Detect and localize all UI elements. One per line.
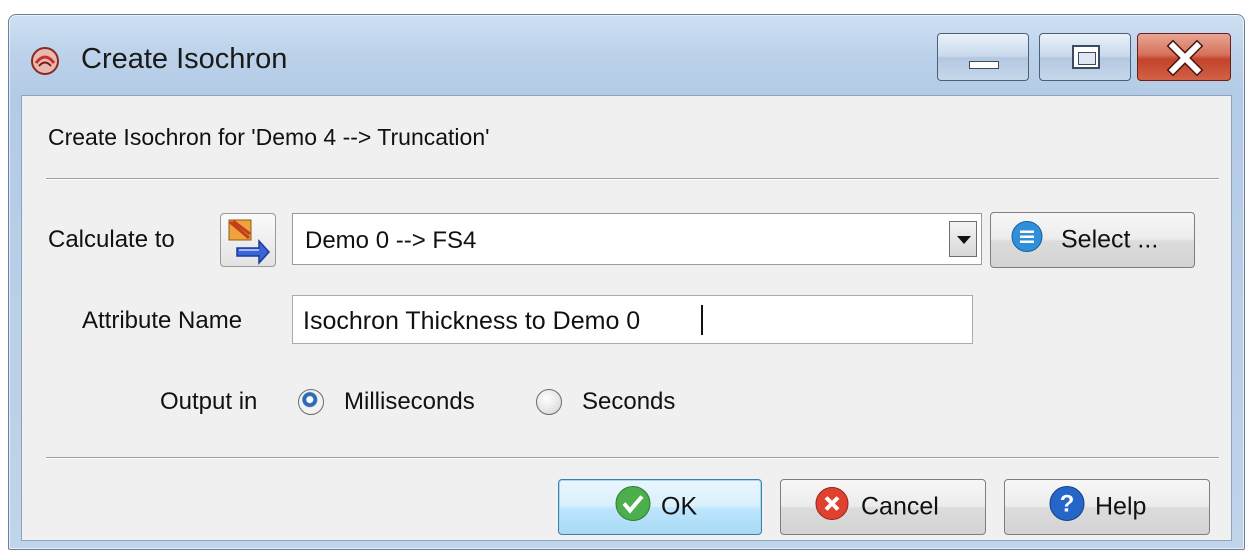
cancel-button[interactable]: Cancel [780, 479, 986, 535]
list-icon [1011, 221, 1043, 260]
milliseconds-label[interactable]: Milliseconds [344, 388, 475, 416]
calculate-to-value: Demo 0 --> FS4 [305, 227, 477, 254]
dialog-window: Create Isochron Create Isochron for 'Dem… [8, 14, 1245, 550]
help-button-label: Help [1095, 492, 1147, 521]
select-button[interactable]: Select ... [990, 212, 1195, 268]
attribute-name-value: Isochron Thickness to Demo 0 [303, 307, 641, 335]
calculate-to-dropdown[interactable]: Demo 0 --> FS4 [292, 213, 982, 265]
close-button[interactable] [1137, 33, 1231, 81]
help-icon: ? [1049, 486, 1085, 529]
select-button-label: Select ... [1061, 225, 1159, 254]
svg-text:?: ? [1060, 491, 1075, 518]
ok-button[interactable]: OK [558, 479, 762, 535]
seconds-label[interactable]: Seconds [582, 388, 675, 416]
text-caret [701, 305, 703, 335]
milliseconds-radio[interactable] [298, 389, 324, 415]
minimize-button[interactable] [937, 33, 1029, 81]
dialog-body: Create Isochron for 'Demo 4 --> Truncati… [21, 95, 1232, 541]
maximize-icon [1072, 45, 1100, 69]
ok-button-label: OK [661, 492, 698, 521]
bottom-divider [46, 457, 1219, 459]
minimize-icon [969, 61, 999, 69]
dropdown-arrow-icon[interactable] [949, 221, 977, 257]
cancel-icon [815, 487, 849, 528]
title-bar[interactable]: Create Isochron [9, 15, 1244, 95]
pick-target-button[interactable] [220, 213, 276, 267]
attribute-name-input[interactable]: Isochron Thickness to Demo 0 [292, 295, 973, 344]
top-divider [46, 178, 1219, 180]
maximize-button[interactable] [1039, 33, 1131, 81]
attribute-name-label: Attribute Name [82, 307, 243, 334]
checkmark-icon [615, 486, 651, 529]
output-in-label: Output in [160, 388, 258, 415]
dialog-subtitle: Create Isochron for 'Demo 4 --> Truncati… [48, 124, 490, 150]
help-button[interactable]: ? Help [1004, 479, 1210, 535]
seconds-radio[interactable] [536, 389, 562, 415]
app-icon [31, 47, 59, 75]
close-icon [1166, 39, 1204, 77]
window-title: Create Isochron [81, 43, 288, 75]
calculate-to-label: Calculate to [48, 226, 175, 253]
cancel-button-label: Cancel [861, 492, 939, 521]
horizon-pick-icon [228, 219, 271, 265]
